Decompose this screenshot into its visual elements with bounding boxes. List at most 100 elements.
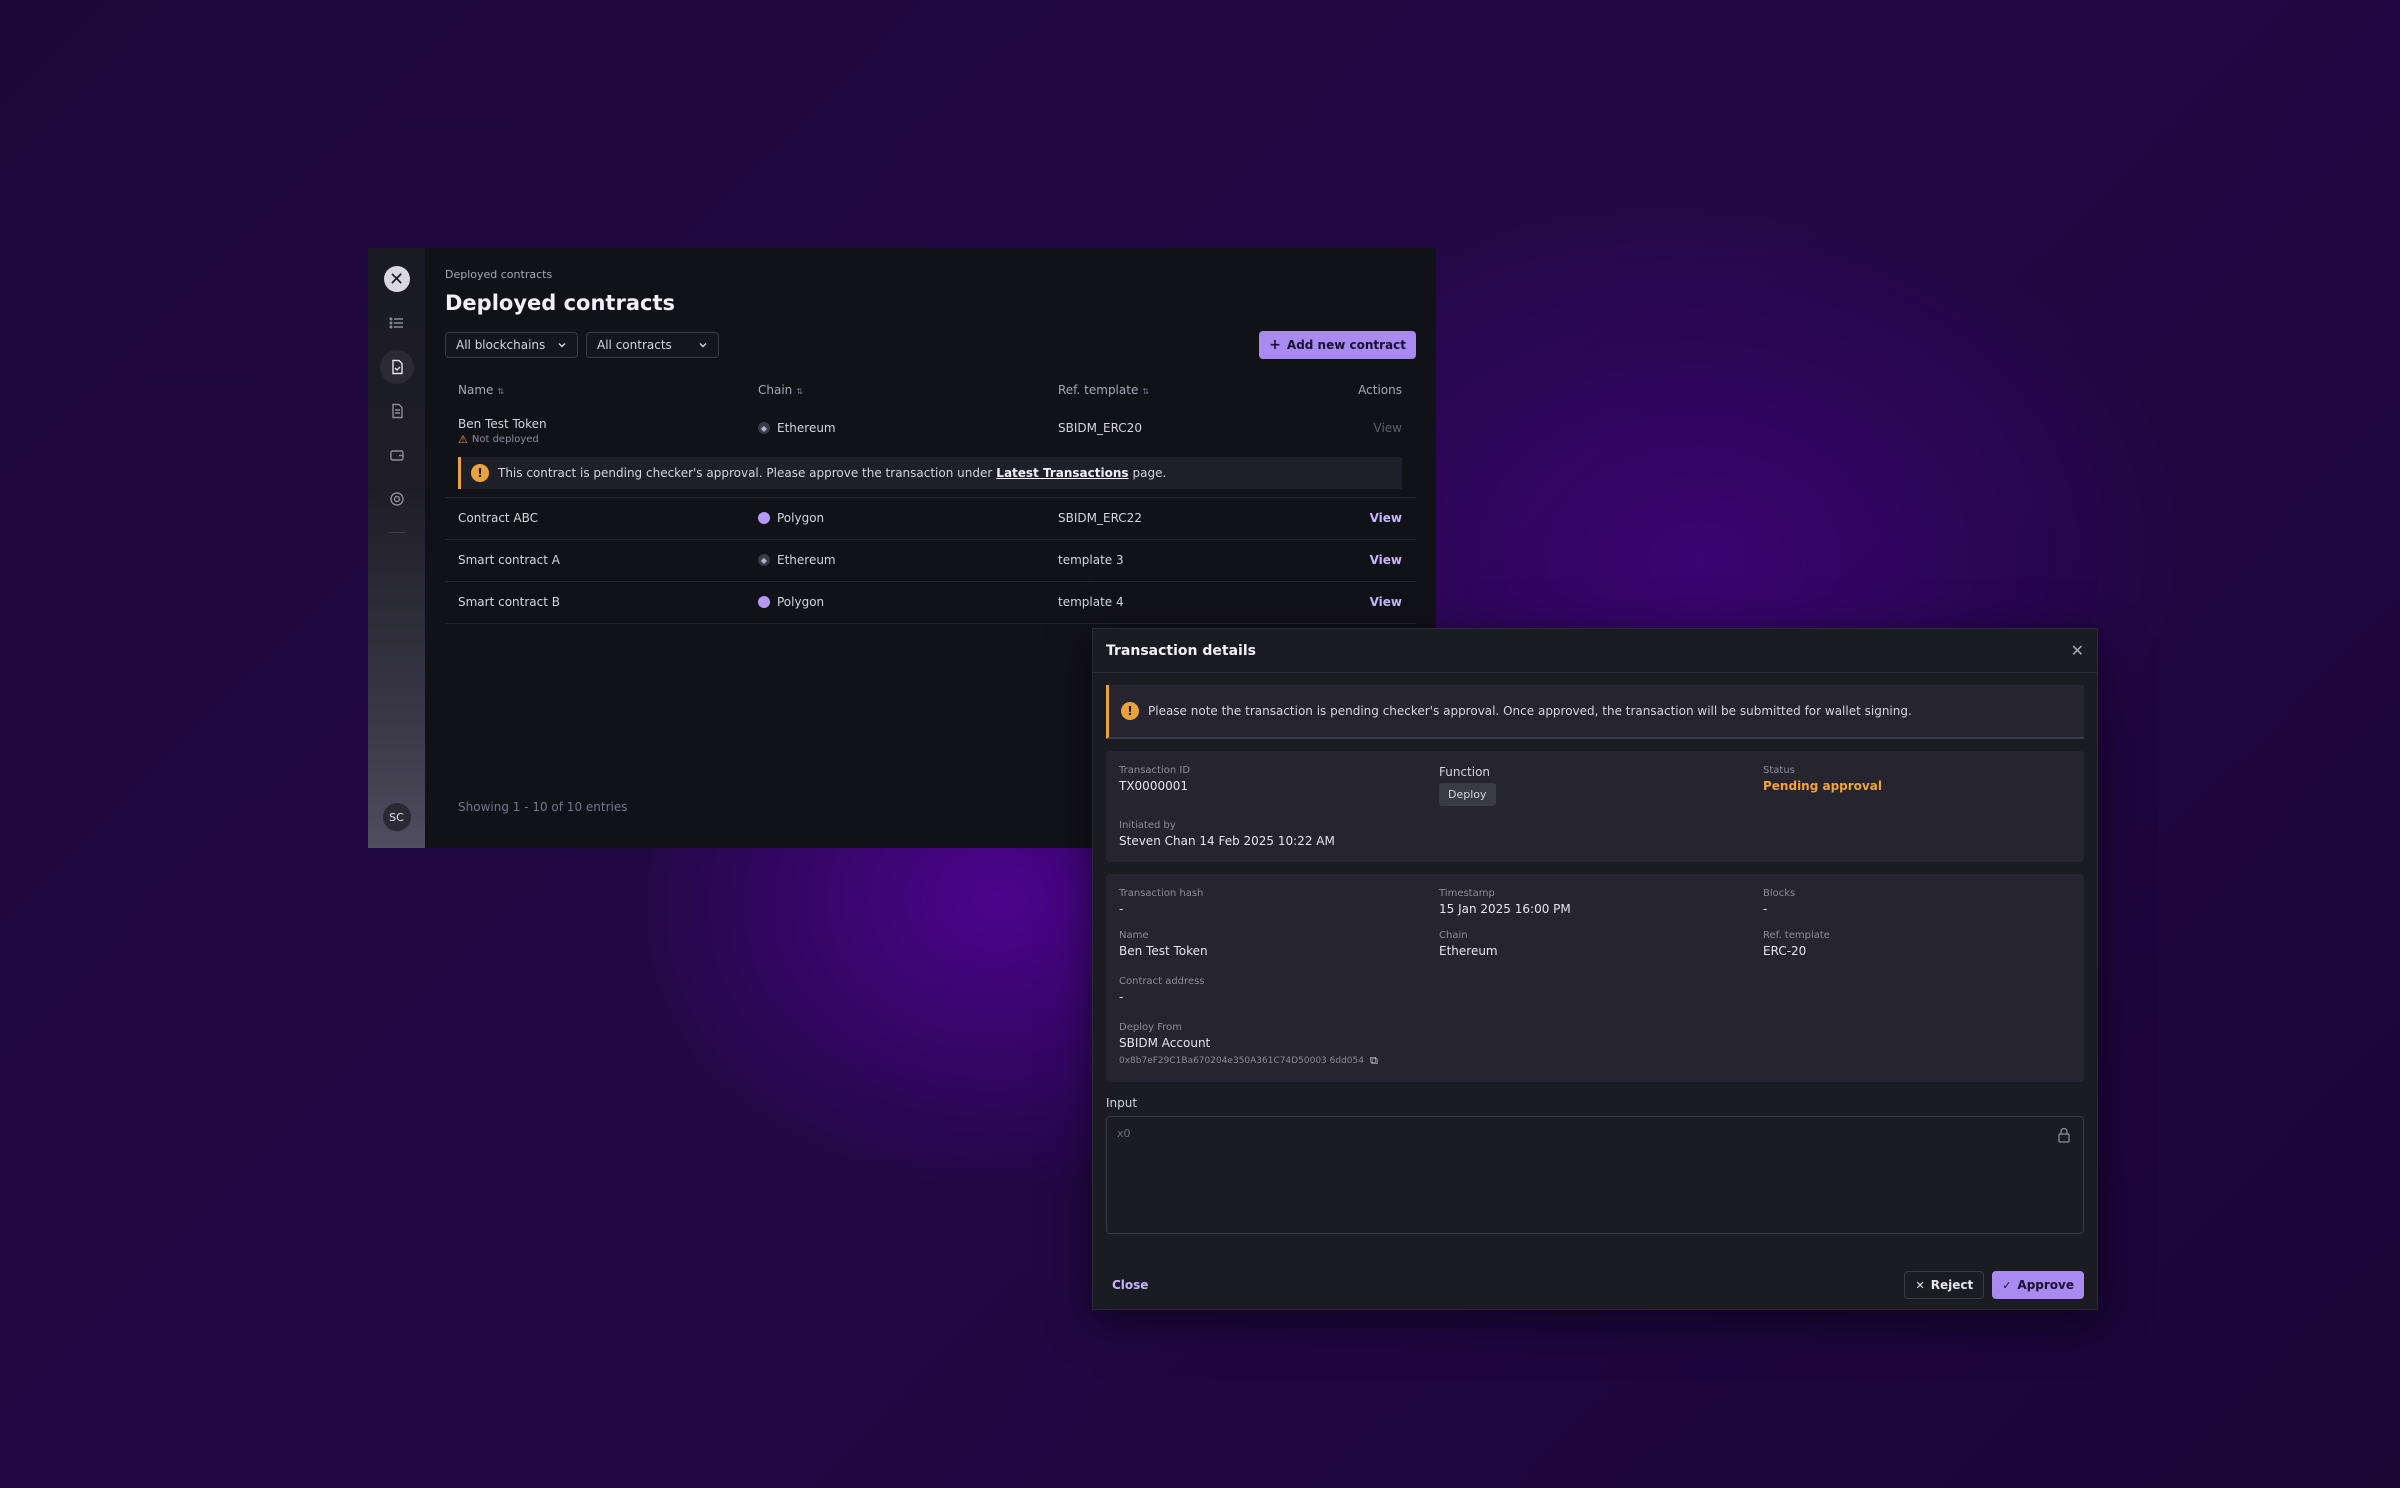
sort-icon: ⇅ [1142, 387, 1150, 396]
deploy-from-value: SBIDM Account [1119, 1036, 1211, 1050]
contract-name: Smart contract B [445, 581, 745, 624]
table-row: Smart contract A ◆ Ethereum template 3 Vi… [445, 539, 1416, 582]
pending-alert: ! Please note the transaction is pending… [1106, 685, 2084, 739]
pagination-summary: Showing 1 - 10 of 10 entries [458, 800, 628, 814]
chevron-down-icon [558, 343, 566, 348]
view-button[interactable]: View [1265, 581, 1416, 624]
template-label: Ref. template [1763, 930, 1830, 941]
chain-name: Polygon [777, 511, 825, 525]
modal-header: Transaction details ✕ [1093, 629, 2097, 673]
logo-icon[interactable]: ✕ [383, 266, 410, 292]
view-button[interactable]: View [1265, 539, 1416, 582]
nav-divider [387, 532, 406, 533]
chevron-down-icon [699, 343, 707, 348]
column-header-chain[interactable]: Chain ⇅ [745, 373, 1045, 407]
add-new-contract-button[interactable]: + Add new contract [1259, 331, 1416, 359]
chain-label: Chain [1439, 930, 1468, 941]
input-label: Input [1106, 1096, 1138, 1110]
warning-icon: ! [1121, 702, 1139, 720]
status-badge: Pending approval [1763, 779, 1882, 793]
modal-title: Transaction details [1106, 642, 1256, 659]
contract-filter[interactable]: All contracts [586, 332, 719, 358]
close-icon[interactable]: ✕ [2071, 641, 2084, 660]
hash-value: - [1119, 902, 1124, 916]
list-icon[interactable] [380, 306, 414, 340]
function-label: Function [1439, 765, 1491, 779]
check-circle-icon: ✓ [2002, 1278, 2012, 1292]
warning-triangle-icon: ⚠ [458, 432, 468, 446]
view-button[interactable]: View [1265, 497, 1416, 540]
contract-deploy-icon[interactable] [379, 350, 414, 384]
polygon-icon [758, 512, 770, 524]
contract-address-label: Contract address [1119, 976, 1205, 987]
x-icon: ✕ [1915, 1278, 1925, 1292]
column-header-actions: Actions [1358, 383, 1402, 397]
sort-icon: ⇅ [796, 387, 803, 396]
deploy-status: ⚠ Not deployed [458, 432, 539, 446]
breadcrumb[interactable]: Deployed contracts [445, 268, 1416, 281]
name-label: Name [1119, 930, 1149, 941]
copy-icon[interactable]: ⧉ [1370, 1054, 1378, 1068]
blockchain-filter[interactable]: All blockchains [445, 332, 578, 358]
txid-value: TX0000001 [1119, 779, 1188, 793]
settings-icon[interactable] [380, 482, 414, 516]
column-header-name[interactable]: Name ⇅ [445, 373, 745, 407]
wallet-icon[interactable] [380, 438, 414, 472]
initiated-value: Steven Chan 14 Feb 2025 10:22 AM [1119, 834, 1335, 848]
table-row: Smart contract B Polygon template 4 View [445, 581, 1416, 624]
page-title: Deployed contracts [445, 291, 675, 315]
deploy-from-label: Deploy From [1119, 1022, 1182, 1033]
warning-icon: ! [471, 463, 489, 482]
status-label: Status [1763, 765, 1795, 776]
document-icon[interactable] [380, 394, 414, 428]
name-value: Ben Test Token [1119, 944, 1208, 958]
contract-name: Contract ABC [445, 497, 745, 540]
contract-address-value: - [1119, 990, 1124, 1004]
pending-notice: ! This contract is pending checker's app… [458, 456, 1402, 489]
template-name: SBIDM_ERC22 [1045, 497, 1266, 540]
modal-footer: Close ✕ Reject ✓ Approve [1093, 1261, 2097, 1309]
blockchain-filter-value: All blockchains [456, 338, 546, 352]
sidebar: ✕ SC [368, 248, 425, 848]
chain-name: Ethereum [777, 553, 836, 567]
template-name: SBIDM_ERC20 [1058, 421, 1142, 435]
chain-name: Ethereum [777, 421, 836, 435]
toolbar: All blockchains All contracts + Add new … [445, 331, 1416, 359]
input-field[interactable]: x0 [1106, 1116, 2084, 1234]
initiated-label: Initiated by [1119, 820, 1176, 831]
input-value: x0 [1117, 1127, 1131, 1140]
blocks-value: - [1763, 902, 1768, 916]
avatar[interactable]: SC [381, 802, 412, 832]
summary-card: Transaction ID TX0000001 Function Deploy… [1106, 751, 2084, 862]
ethereum-icon: ◆ [758, 422, 770, 434]
contracts-table: Name ⇅ Chain ⇅ Ref. template ⇅ Actions Ben … [445, 373, 1416, 624]
modal-body: ! Please note the transaction is pending… [1093, 673, 2097, 1234]
deploy-address: 0x8b7eF29C1Ba670204e350A361C74D50003 6dd… [1119, 1054, 1378, 1068]
txid-label: Transaction ID [1119, 765, 1191, 776]
view-button[interactable]: View [1266, 407, 1416, 449]
details-card: Transaction hash - Timestamp 15 Jan 2025… [1106, 874, 2084, 1082]
reject-button[interactable]: ✕ Reject [1904, 1271, 1985, 1299]
close-button[interactable]: Close [1112, 1278, 1148, 1292]
timestamp-value: 15 Jan 2025 16:00 PM [1439, 902, 1571, 916]
latest-transactions-link[interactable]: Latest Transactions [996, 466, 1128, 480]
add-new-contract-label: Add new contract [1286, 338, 1406, 352]
blocks-label: Blocks [1763, 888, 1796, 899]
plus-icon: + [1269, 337, 1281, 353]
template-name: template 3 [1045, 539, 1266, 582]
table-row: Ben Test Token ⚠ Not deployed ◆ Ethereum … [445, 407, 1416, 449]
polygon-icon [758, 596, 770, 608]
approve-button[interactable]: ✓ Approve [1992, 1271, 2084, 1299]
chain-name: Polygon [777, 595, 825, 609]
lock-icon [2057, 1127, 2071, 1146]
timestamp-label: Timestamp [1439, 888, 1495, 899]
contract-name: Ben Test Token [458, 416, 547, 431]
chain-value: Ethereum [1439, 944, 1498, 958]
column-header-template[interactable]: Ref. template ⇅ [1045, 373, 1266, 407]
hash-label: Transaction hash [1119, 888, 1204, 899]
ethereum-icon: ◆ [758, 554, 770, 566]
function-tag: Deploy [1439, 783, 1496, 806]
contract-name: Smart contract A [445, 539, 745, 582]
sort-icon: ⇅ [497, 387, 505, 396]
pending-notice-row: ! This contract is pending checker's app… [445, 449, 1416, 498]
